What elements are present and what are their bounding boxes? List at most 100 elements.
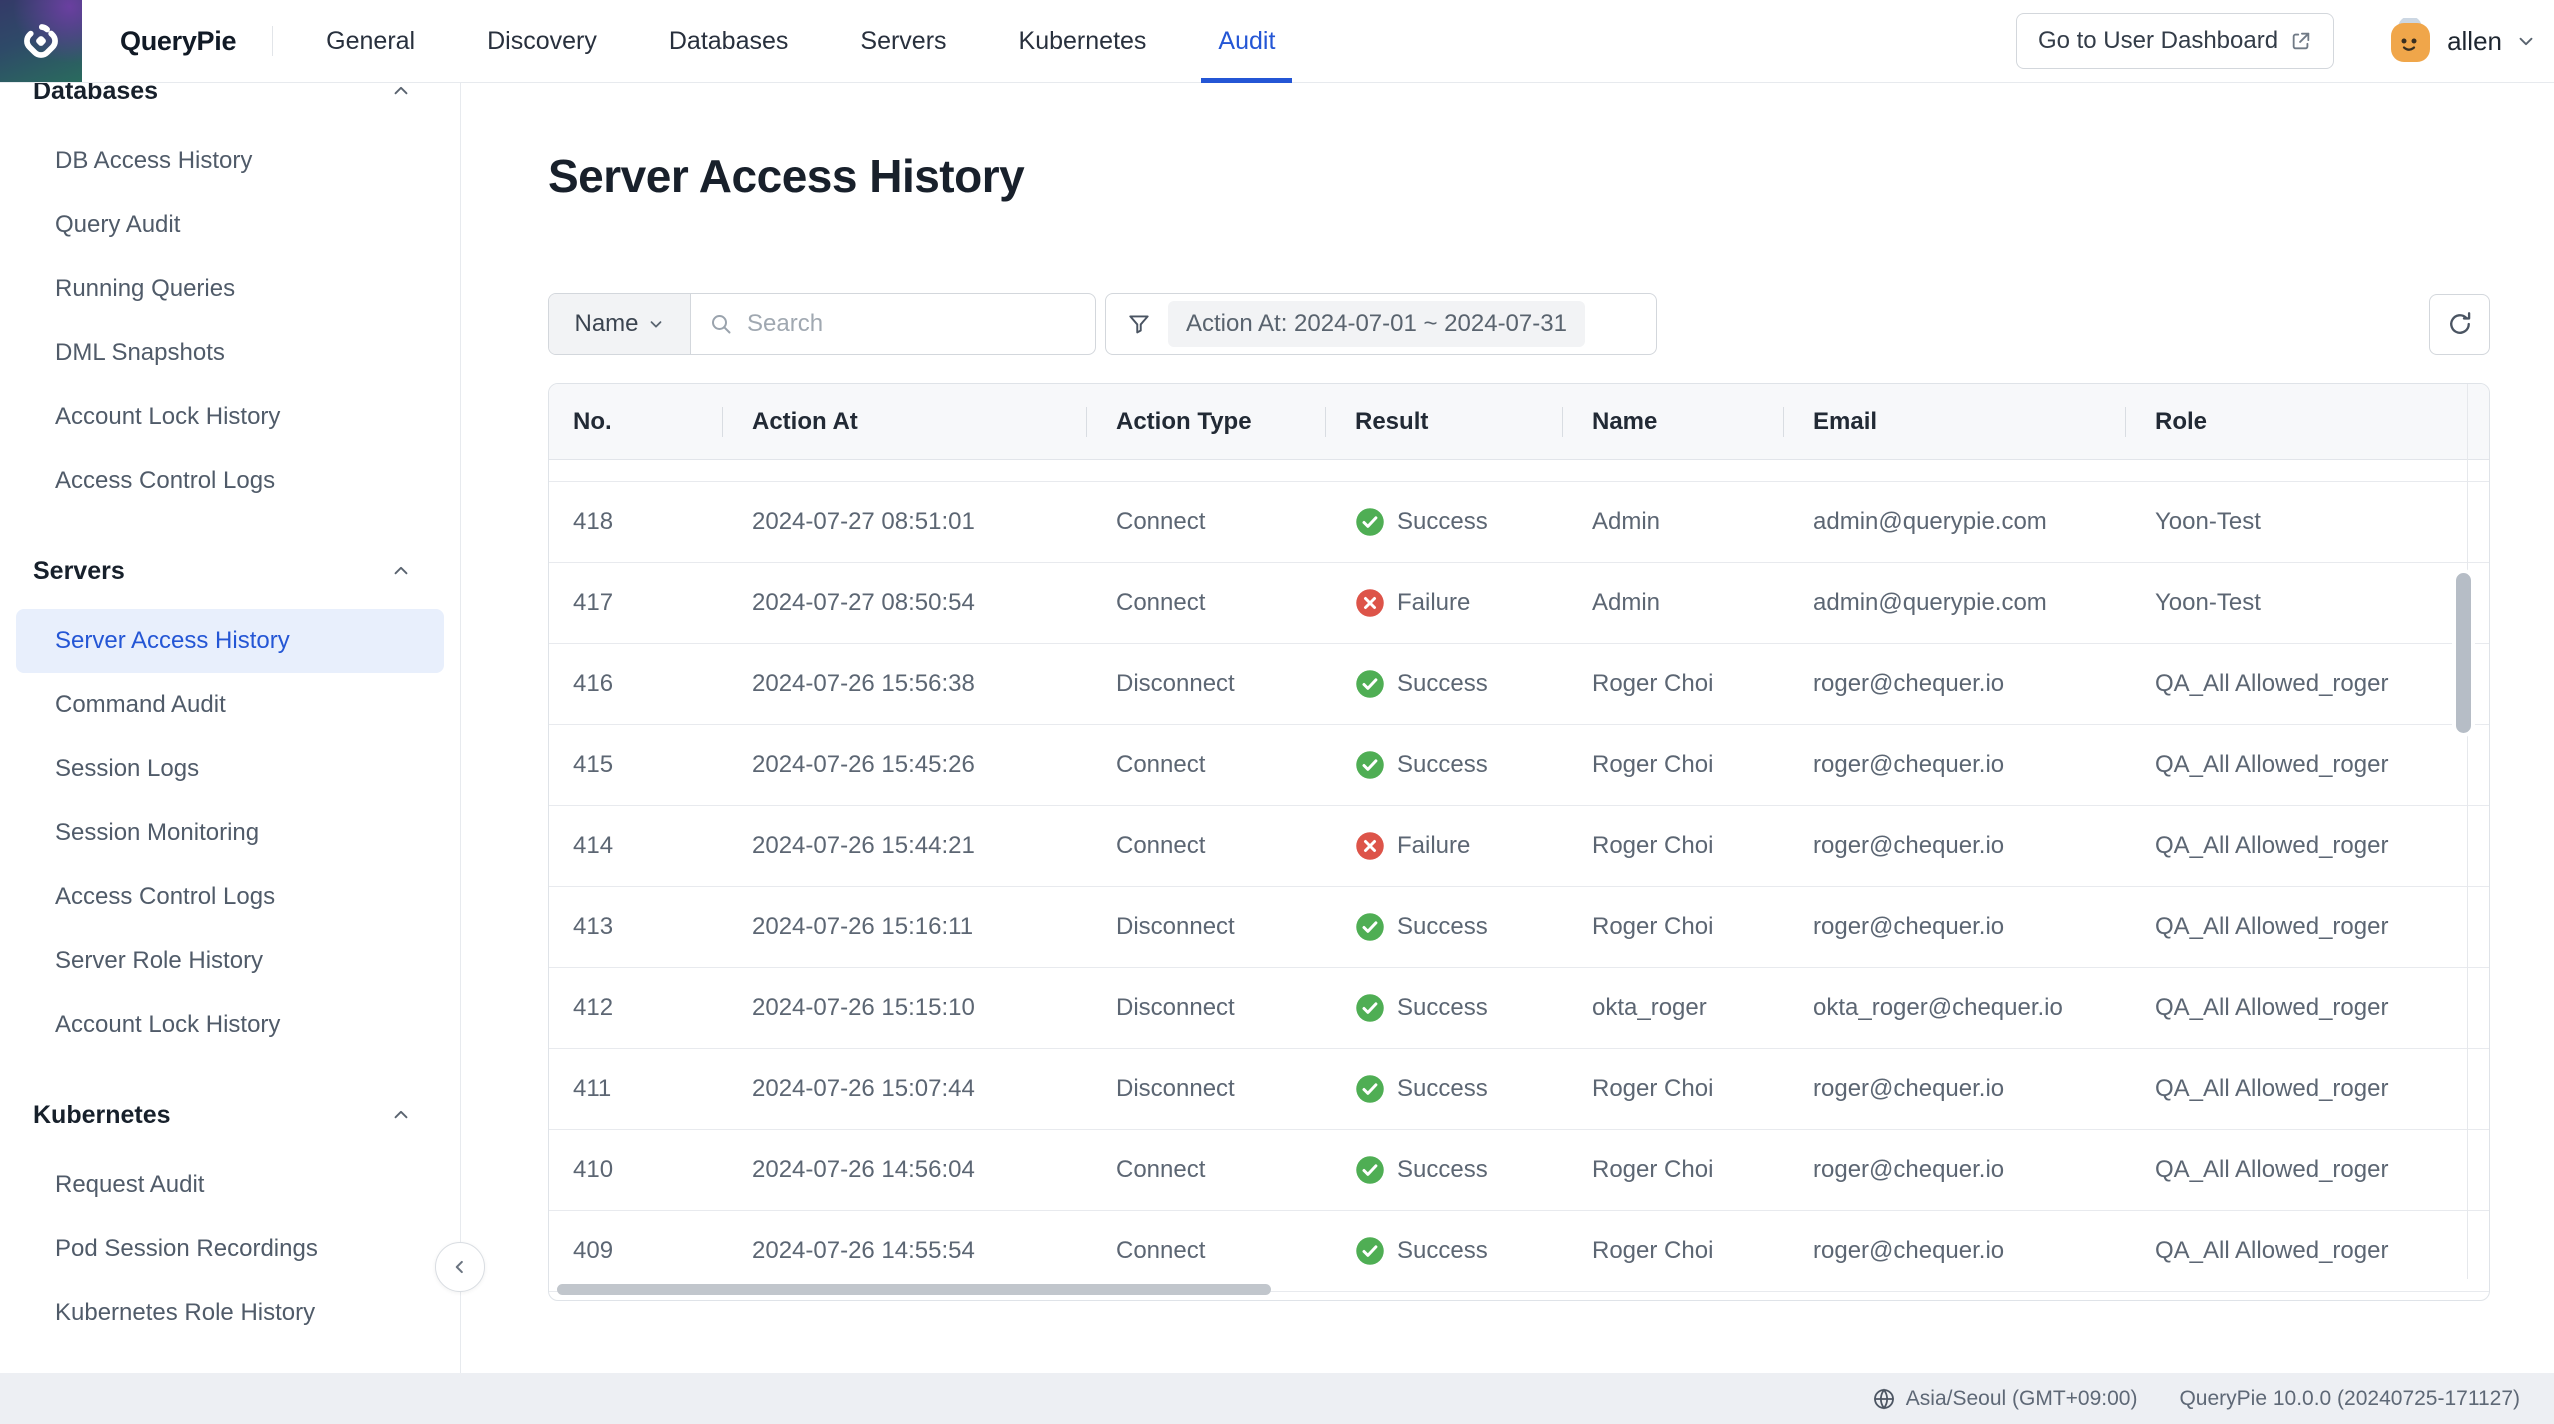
success-icon [1355,750,1385,780]
column-header-action-type: Action Type [1086,384,1325,459]
sidebar-item-command-audit[interactable]: Command Audit [16,673,444,737]
sidebar-section-header-servers[interactable]: Servers [0,549,460,593]
brand-name: QueryPie [120,26,236,57]
chevron-up-icon [390,1104,412,1126]
result-label: Success [1397,751,1488,779]
tab-servers[interactable]: Servers [843,0,963,82]
sidebar-item-access-control-logs[interactable]: Access Control Logs [16,865,444,929]
horizontal-scrollbar-thumb[interactable] [557,1284,1271,1295]
sidebar-item-server-role-history[interactable]: Server Role History [16,929,444,993]
table-row[interactable]: 4122024-07-26 15:15:10DisconnectSuccesso… [549,968,2489,1049]
table-row[interactable]: 4142024-07-26 15:44:21ConnectFailureRoge… [549,806,2489,887]
external-link-icon [2290,30,2312,52]
sidebar-item-pod-session-recordings[interactable]: Pod Session Recordings [16,1217,444,1281]
column-header-name: Name [1562,384,1783,459]
section-title: Databases [33,83,158,106]
result-badge: Success [1355,669,1488,699]
cell-role: Yoon-Test [2125,508,2489,536]
date-filter-chip[interactable]: Action At: 2024-07-01 ~ 2024-07-31 [1168,301,1585,347]
refresh-button[interactable] [2429,294,2490,355]
table-row[interactable]: 4112024-07-26 15:07:44DisconnectSuccessR… [549,1049,2489,1130]
cell-action-type: Connect [1086,589,1325,617]
cell-name: Roger Choi [1562,832,1783,860]
table-row[interactable]: 4162024-07-26 15:56:38DisconnectSuccessR… [549,644,2489,725]
cell-no: 410 [549,1156,722,1184]
sidebar-section-header-kubernetes[interactable]: Kubernetes [0,1093,460,1137]
search-group: Name [548,293,1096,355]
cell-no: 414 [549,832,722,860]
sidebar-collapse-button[interactable] [435,1242,485,1292]
timezone-selector[interactable]: Asia/Seoul (GMT+09:00) [1872,1387,2138,1411]
success-icon [1355,669,1385,699]
cell-role: QA_All Allowed_roger [2125,994,2489,1022]
tab-general[interactable]: General [309,0,432,82]
nav-divider [272,26,273,56]
cell-email: roger@chequer.io [1783,913,2125,941]
cell-no: 413 [549,913,722,941]
version-label: QueryPie 10.0.0 (20240725-171127) [2179,1387,2520,1411]
sidebar-item-running-queries[interactable]: Running Queries [16,257,444,321]
sidebar-section-servers: Servers Server Access HistoryCommand Audi… [0,549,460,1057]
sidebar-item-session-logs[interactable]: Session Logs [16,737,444,801]
sidebar-section-header-databases[interactable]: Databases [0,83,460,113]
cell-result: Success [1325,507,1562,537]
sidebar-item-account-lock-history[interactable]: Account Lock History [16,993,444,1057]
sidebar-item-kubernetes-role-history[interactable]: Kubernetes Role History [16,1281,444,1345]
sidebar: Databases DB Access HistoryQuery AuditRun… [0,83,461,1373]
cell-name: Roger Choi [1562,751,1783,779]
column-header-action-at: Action At [722,384,1086,459]
table-row[interactable]: 4152024-07-26 15:45:26ConnectSuccessRoge… [549,725,2489,806]
cell-action-type: Disconnect [1086,1075,1325,1103]
cell-result: Success [1325,993,1562,1023]
sidebar-item-dml-snapshots[interactable]: DML Snapshots [16,321,444,385]
search-input[interactable] [745,309,1095,339]
querypie-logo-icon [18,18,64,64]
sidebar-item-server-access-history[interactable]: Server Access History [16,609,444,673]
cell-role: QA_All Allowed_roger [2125,1237,2489,1265]
sidebar-item-request-audit[interactable]: Request Audit [16,1153,444,1217]
tab-kubernetes[interactable]: Kubernetes [1002,0,1164,82]
table-row[interactable]: 4182024-07-27 08:51:01ConnectSuccessAdmi… [549,482,2489,563]
vertical-scrollbar[interactable] [2456,573,2471,733]
search-box [691,294,1095,354]
cell-action-at: 2024-07-26 14:56:04 [722,1156,1086,1184]
date-filter[interactable]: Action At: 2024-07-01 ~ 2024-07-31 [1105,293,1657,355]
table-row[interactable]: 4132024-07-26 15:16:11DisconnectSuccessR… [549,887,2489,968]
avatar-icon [2388,18,2434,64]
sidebar-item-session-monitoring[interactable]: Session Monitoring [16,801,444,865]
sidebar-section-databases: Databases DB Access HistoryQuery AuditRun… [0,83,460,513]
search-field-selector[interactable]: Name [549,294,691,354]
result-badge: Failure [1355,588,1470,618]
result-badge: Success [1355,1155,1488,1185]
result-badge: Success [1355,993,1488,1023]
cell-no: 415 [549,751,722,779]
horizontal-scrollbar[interactable] [549,1279,2468,1300]
result-badge: Success [1355,750,1488,780]
column-header-no: No. [549,384,722,459]
querypie-logo[interactable] [0,0,82,82]
cell-role: Yoon-Test [2125,589,2489,617]
tab-databases[interactable]: Databases [652,0,806,82]
chevron-down-icon [2515,30,2537,52]
table-row[interactable]: 4102024-07-26 14:56:04ConnectSuccessRoge… [549,1130,2489,1211]
success-icon [1355,507,1385,537]
sidebar-item-query-audit[interactable]: Query Audit [16,193,444,257]
sidebar-item-access-control-logs[interactable]: Access Control Logs [16,449,444,513]
tab-audit[interactable]: Audit [1201,0,1292,82]
go-to-user-dashboard-button[interactable]: Go to User Dashboard [2016,13,2334,69]
table-row[interactable]: 4172024-07-27 08:50:54ConnectFailureAdmi… [549,563,2489,644]
result-label: Success [1397,670,1488,698]
sidebar-item-db-access-history[interactable]: DB Access History [16,129,444,193]
sidebar-item-account-lock-history[interactable]: Account Lock History [16,385,444,449]
cell-email: roger@chequer.io [1783,670,2125,698]
tab-discovery[interactable]: Discovery [470,0,614,82]
dashboard-button-label: Go to User Dashboard [2038,27,2278,55]
main-content: Server Access History Name Action At: 20… [461,83,2554,1373]
cell-result: Failure [1325,831,1562,861]
result-label: Success [1397,994,1488,1022]
chevron-down-icon [647,315,665,333]
timezone-label: Asia/Seoul (GMT+09:00) [1906,1387,2138,1411]
user-menu[interactable]: allen [2388,18,2537,64]
sidebar-section-kubernetes: Kubernetes Request AuditPod Session Recor… [0,1093,460,1345]
cell-result: Success [1325,1155,1562,1185]
